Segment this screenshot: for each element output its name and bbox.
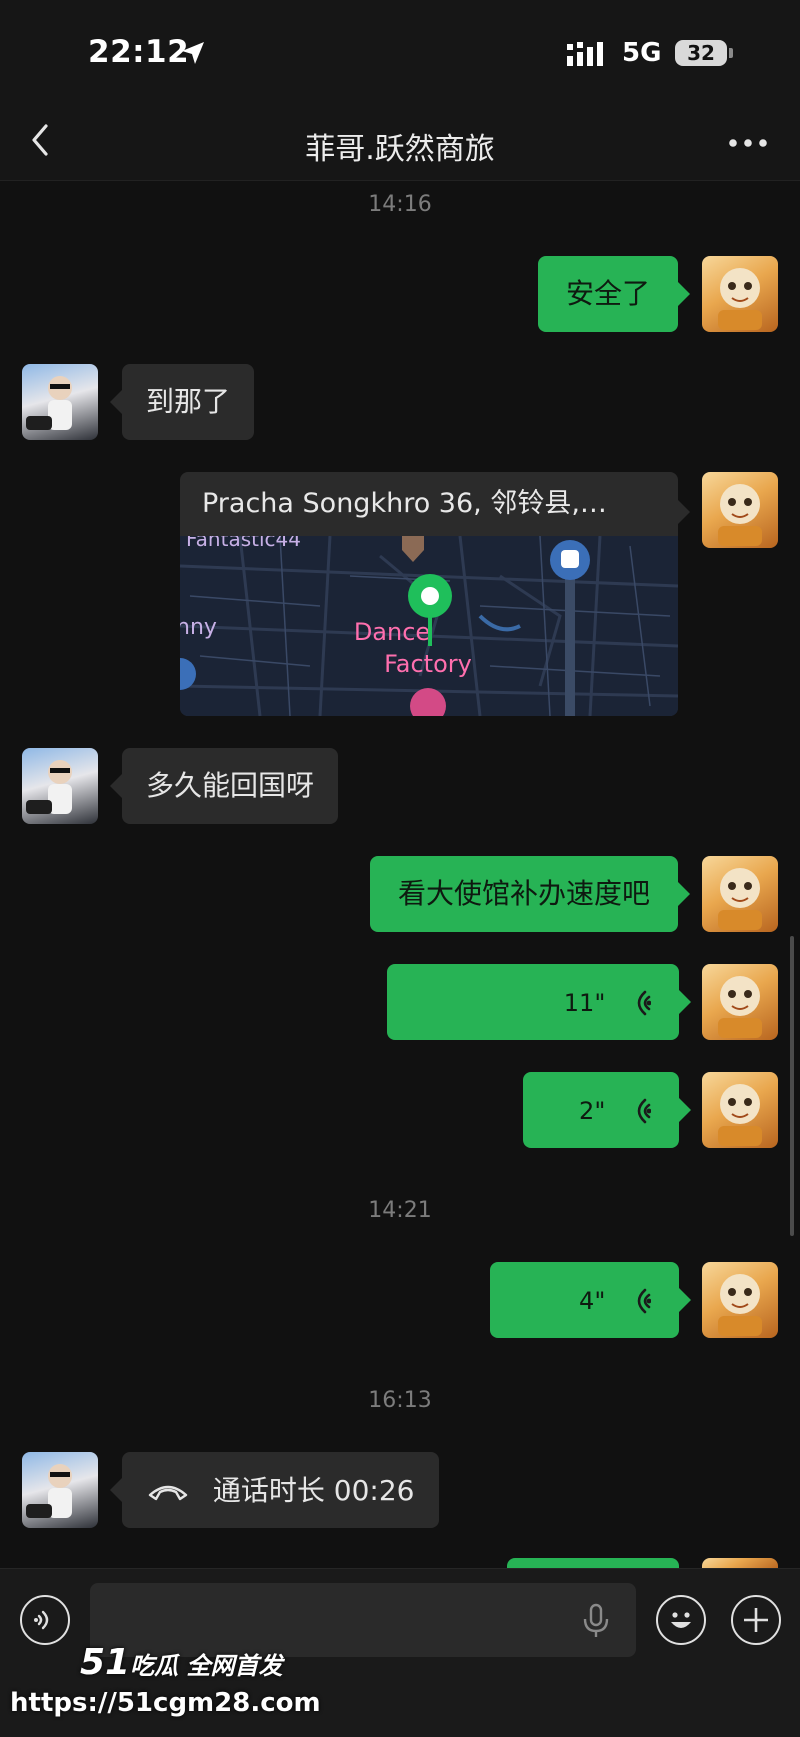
location-card-tail [678, 500, 690, 524]
chat-header: 菲哥.跃然商旅 [0, 100, 800, 181]
avatar-self[interactable] [702, 1072, 778, 1148]
voice-mode-icon [34, 1610, 49, 1630]
voice-duration: 2" [579, 1097, 606, 1125]
message-bubble-received[interactable]: 多久能回国呀 [109, 748, 339, 824]
voice-wave-icon [637, 990, 652, 1016]
avatar-self[interactable] [702, 964, 778, 1040]
battery-tip [729, 48, 733, 58]
contact-avatar-icon [26, 376, 72, 430]
tiger-avatar-icon [718, 268, 762, 330]
signal-icon [567, 42, 603, 66]
avatar-self[interactable] [702, 1262, 778, 1338]
timestamp: 16:13 [368, 1388, 432, 1413]
call-record-bubble[interactable]: 通话时长 00:26 [110, 1452, 439, 1528]
avatar-self[interactable] [702, 472, 778, 548]
status-time: 22:12 [88, 34, 190, 70]
watermark-slogan: 吃瓜 全网首发 [130, 1652, 283, 1680]
scrollbar[interactable] [790, 936, 794, 1236]
avatar-contact[interactable] [22, 1452, 98, 1528]
microphone-icon[interactable] [580, 1603, 612, 1639]
timestamp: 14:16 [368, 192, 432, 217]
avatar-self[interactable] [702, 856, 778, 932]
status-bar: 22:12 5G 32 [0, 0, 800, 100]
call-duration-label: 通话时长 00:26 [212, 1474, 415, 1507]
voice-duration: 11" [563, 989, 606, 1017]
voice-wave-icon [637, 1288, 652, 1314]
avatar-contact[interactable] [22, 364, 98, 440]
map-label: Factory [384, 650, 472, 678]
network-type: 5G [622, 38, 662, 68]
plus-icon [744, 1608, 768, 1632]
map-graphic: Fantastic44 nny Dance Factory [180, 526, 678, 716]
battery-icon: 32 [675, 40, 727, 66]
message-bubble-received[interactable]: 到那了 [109, 364, 255, 440]
emoji-icon [671, 1612, 691, 1628]
avatar-self[interactable] [702, 256, 778, 332]
map-label: Fantastic44 [186, 536, 301, 551]
tiger-avatar-icon [718, 868, 762, 930]
voice-message[interactable]: 2" [523, 1072, 691, 1148]
contact-avatar-icon [26, 760, 72, 814]
contact-avatar-icon [26, 1464, 72, 1518]
timestamp: 14:21 [368, 1198, 432, 1223]
tiger-avatar-icon [718, 1274, 762, 1336]
chat-title: 菲哥.跃然商旅 [305, 132, 495, 167]
location-address: Pracha Songkhro 36, 邻铃县,… [202, 488, 607, 519]
voice-duration: 4" [579, 1287, 606, 1315]
watermark-brand: 51吃瓜 全网首发 [80, 1642, 283, 1683]
tiger-avatar-icon [718, 484, 762, 546]
phone-hangup-icon [148, 1485, 188, 1501]
ellipsis-icon[interactable] [728, 138, 768, 148]
tiger-avatar-icon [718, 1084, 762, 1146]
map-label: Dance [354, 618, 430, 646]
tiger-avatar-icon [718, 976, 762, 1038]
message-bubble-sent[interactable]: 安全了 [537, 256, 691, 332]
location-card[interactable]: Pracha Songkhro 36, 邻铃县,… Fantastic44 nn… [180, 472, 678, 716]
location-arrow-icon [182, 42, 204, 64]
location-map: Fantastic44 nny Dance Factory [180, 526, 678, 716]
emoji-button[interactable] [656, 1595, 706, 1645]
map-label: nny [180, 615, 217, 640]
voice-message[interactable]: 4" [490, 1262, 691, 1338]
watermark: 51吃瓜 全网首发 https://51cgm28.com [10, 1634, 321, 1730]
message-bubble-sent[interactable]: 看大使馆补办速度吧 [369, 856, 691, 932]
plus-button[interactable] [731, 1595, 781, 1645]
avatar-contact[interactable] [22, 748, 98, 824]
watermark-url: https://51cgm28.com [10, 1688, 321, 1718]
voice-message[interactable]: 11" [387, 964, 691, 1040]
voice-wave-icon [637, 1098, 652, 1124]
